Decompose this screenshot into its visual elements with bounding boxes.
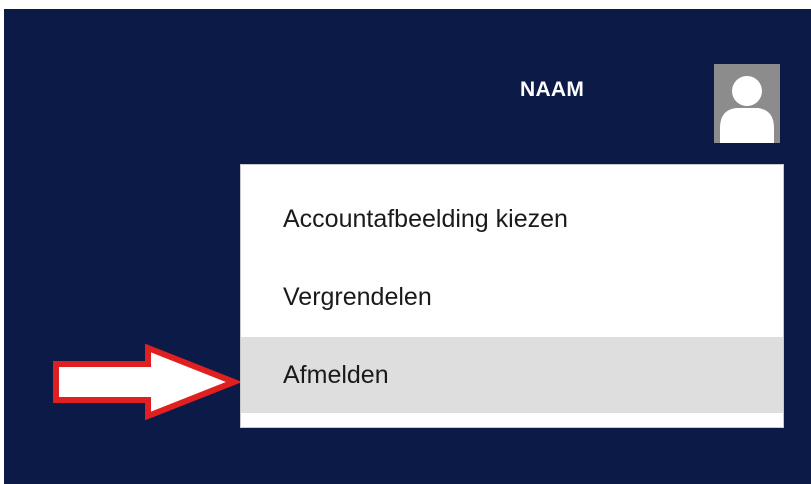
user-avatar[interactable]: [714, 64, 780, 143]
menu-item-label: Vergrendelen: [283, 282, 432, 311]
user-silhouette-icon: [720, 76, 774, 143]
menu-item-label: Accountafbeelding kiezen: [283, 204, 568, 233]
menu-item-label: Afmelden: [283, 360, 389, 389]
user-name[interactable]: NAAM: [520, 78, 584, 102]
menu-item-sign-out[interactable]: Afmelden: [241, 337, 783, 413]
account-menu: Accountafbeelding kiezen Vergrendelen Af…: [240, 164, 784, 428]
right-arrow-icon: [53, 343, 240, 421]
menu-item-lock[interactable]: Vergrendelen: [241, 259, 783, 335]
menu-item-change-account-picture[interactable]: Accountafbeelding kiezen: [241, 181, 783, 257]
